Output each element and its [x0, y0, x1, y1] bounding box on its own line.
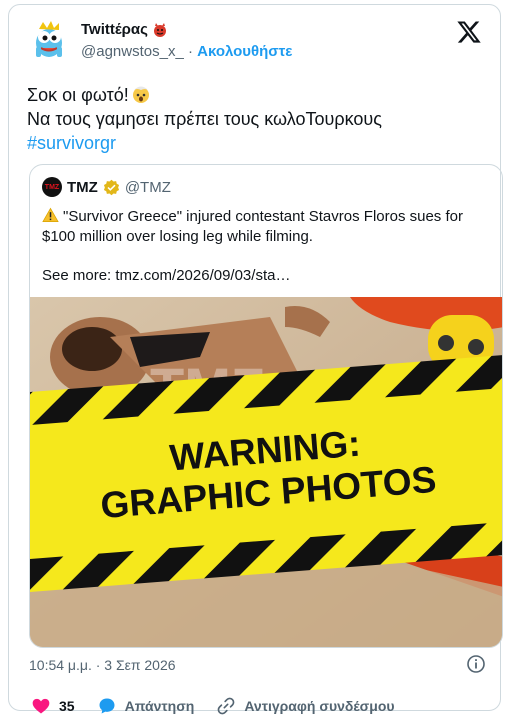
graphic-photo[interactable]: TMZ WARNING: GRAPHIC PHOTOS [30, 297, 503, 648]
action-bar: 35 Απάντηση Αντιγραφή συνδέσμου [31, 693, 490, 719]
author-name-row: Twittέρας [81, 21, 168, 38]
info-icon[interactable] [466, 654, 486, 674]
exploding-head-emoji-icon [132, 86, 149, 103]
see-more-link[interactable]: See more: tmz.com/2026/09/03/sta… [42, 267, 290, 284]
reply-bubble-icon [99, 698, 115, 714]
author-display-name[interactable]: Twittέρας [81, 21, 148, 38]
tweet-card: Twittέρας @agnwstos_x_ · Ακολουθήστε Σοκ… [8, 4, 503, 715]
tmz-avatar[interactable]: TMZ [42, 177, 62, 197]
reply-button[interactable]: Απάντηση [97, 696, 195, 716]
warning-banner: WARNING: GRAPHIC PHOTOS [30, 355, 502, 592]
avatar[interactable] [27, 17, 71, 61]
separator-dot: · [187, 43, 193, 60]
tweet-timestamp[interactable]: 10:54 μ.μ. · 3 Σεπ 2026 [29, 657, 176, 673]
follow-button[interactable]: Ακολουθήστε [197, 43, 292, 60]
x-logo-icon[interactable] [456, 19, 482, 45]
quoted-handle[interactable]: @TMZ [125, 179, 171, 196]
quoted-body-text: "Survivor Greece" injured contestant Sta… [42, 208, 463, 245]
tweet-text: Σοκ οι φωτό! Να τους γαμησει πρέπει τους… [27, 83, 484, 155]
devil-emoji-icon [153, 22, 166, 37]
author-handle[interactable]: @agnwstos_x_ [81, 43, 184, 60]
copy-link-button[interactable]: Αντιγραφή συνδέσμου [216, 696, 395, 716]
quoted-header: TMZ TMZ @TMZ [42, 177, 171, 197]
tweet-line-2: Να τους γαμησει πρέπει τους κωλοΤουρκους [27, 109, 382, 129]
warning-emoji-icon [42, 207, 59, 222]
quoted-name[interactable]: TMZ [67, 179, 98, 196]
author-handle-row: @agnwstos_x_ · Ακολουθήστε [81, 43, 292, 60]
verified-badge-icon [103, 179, 119, 195]
like-button[interactable]: 35 [31, 696, 75, 716]
hashtag-link[interactable]: #survivorgr [27, 131, 484, 155]
reply-label: Απάντηση [124, 698, 195, 714]
like-count: 35 [59, 698, 75, 714]
copy-link-label: Αντιγραφή συνδέσμου [244, 698, 395, 714]
tweet-line-1-text: Σοκ οι φωτό! [27, 85, 129, 105]
tweet-header: Twittέρας @agnwstos_x_ · Ακολουθήστε [27, 15, 486, 71]
tweet-line-1: Σοκ οι φωτό! [27, 83, 484, 107]
link-icon [217, 697, 235, 715]
quoted-body: "Survivor Greece" injured contestant Sta… [42, 207, 490, 247]
quoted-tweet[interactable]: TMZ TMZ @TMZ "Survivor Greece" injured c… [29, 164, 503, 648]
heart-icon [32, 698, 50, 714]
